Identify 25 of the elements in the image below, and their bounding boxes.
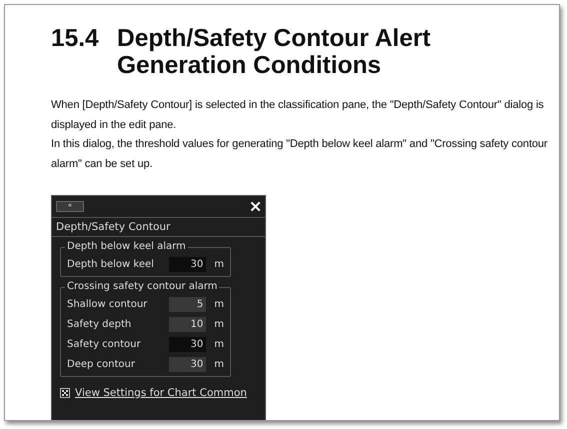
body-paragraph: In this dialog, the threshold values for generating "Depth below keel alarm" and "Crossing safety contour alarm" can be set up.: [51, 137, 548, 172]
group-legend: Depth below keel alarm: [65, 240, 188, 254]
unit-label: m: [214, 338, 224, 350]
settings-link[interactable]: View Settings for Chart Common: [75, 387, 247, 399]
unit-label: m: [214, 298, 224, 310]
value-field[interactable]: 30: [168, 336, 206, 352]
field-label: Shallow contour: [67, 298, 148, 310]
close-icon[interactable]: [250, 200, 261, 212]
section-title: Depth/Safety Contour Alert Generation Conditions: [117, 25, 432, 79]
unit-label: m: [214, 258, 224, 270]
section-number: 15.4: [51, 25, 100, 54]
unit-label: m: [214, 358, 224, 370]
unit-label: m: [214, 318, 224, 330]
field-label: Deep contour: [67, 358, 136, 370]
field-label: Depth below keel: [67, 258, 155, 270]
value-field[interactable]: 5: [168, 296, 206, 312]
value-field[interactable]: 10: [168, 316, 206, 332]
value-field[interactable]: 30: [168, 256, 206, 272]
body-paragraph: When [Depth/Safety Contour] is selected in the classification pane, the "Depth/Safety Contour" dialog is displayed in the edit pane.: [51, 98, 545, 132]
group-legend: Crossing safety contour alarm: [65, 280, 220, 294]
field-label: Safety contour: [67, 338, 142, 350]
dialog-title: Depth/Safety Contour: [56, 221, 170, 233]
field-label: Safety depth: [67, 318, 132, 330]
value-field[interactable]: 30: [168, 356, 206, 372]
grid-icon: [60, 388, 70, 398]
